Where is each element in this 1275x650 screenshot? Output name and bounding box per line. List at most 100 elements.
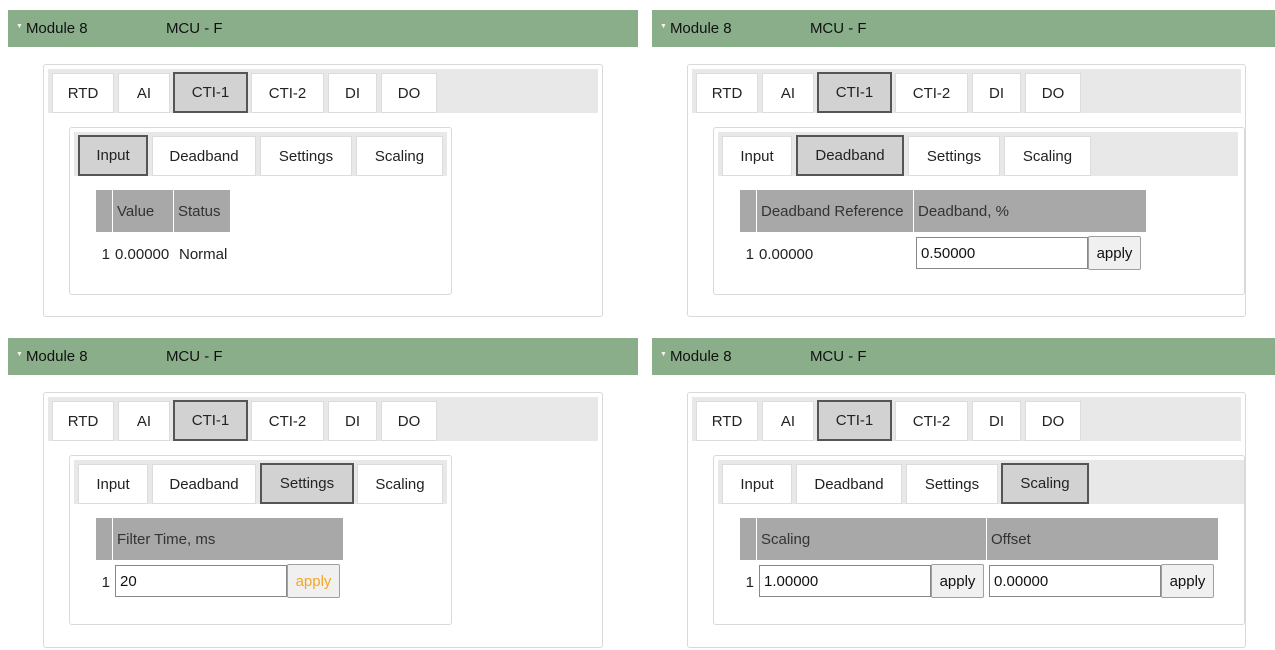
tab-settings[interactable]: Settings <box>260 136 352 176</box>
table-header-index <box>96 518 112 560</box>
filter-time-input[interactable] <box>115 565 287 597</box>
tab-scaling[interactable]: Scaling <box>357 464 443 504</box>
tab-di[interactable]: DI <box>328 401 377 441</box>
tab-deadband[interactable]: Deadband <box>152 464 256 504</box>
row-index: 1 <box>101 573 110 591</box>
table-header-status: Status <box>174 190 230 232</box>
module-header[interactable]: ▼ Module 8 MCU - F <box>652 10 1275 47</box>
module-header[interactable]: ▼ Module 8 MCU - F <box>652 338 1275 375</box>
table-header-index <box>740 190 756 232</box>
module-title: Module 8 <box>669 20 732 37</box>
module-panel-deadband: ▼ Module 8 MCU - F RTD AI CTI-1 CTI-2 DI… <box>652 10 1275 329</box>
mcu-label: MCU - F <box>809 348 867 365</box>
module-panel-input: ▼ Module 8 MCU - F RTD AI CTI-1 CTI-2 DI… <box>8 10 638 329</box>
sub-tabbar: Input Deadband Settings Scaling <box>74 132 447 176</box>
tab-cti-2[interactable]: CTI-2 <box>895 73 968 113</box>
deadband-apply-button[interactable]: apply <box>1088 236 1141 270</box>
sub-tabs-container: Input Deadband Settings Scaling Scaling … <box>713 455 1245 625</box>
tab-deadband[interactable]: Deadband <box>796 464 902 504</box>
input-value: 0.00000 <box>115 245 170 263</box>
row-index: 1 <box>745 573 754 591</box>
module-header[interactable]: ▼ Module 8 MCU - F <box>8 338 638 375</box>
module-header[interactable]: ▼ Module 8 MCU - F <box>8 10 638 47</box>
collapse-arrow-icon[interactable]: ▼ <box>660 23 667 30</box>
tab-cti-2[interactable]: CTI-2 <box>895 401 968 441</box>
sub-tabs-container: Input Deadband Settings Scaling Filter T… <box>69 455 452 625</box>
tab-rtd[interactable]: RTD <box>52 401 114 441</box>
tab-input[interactable]: Input <box>78 135 148 176</box>
row-index: 1 <box>745 245 754 263</box>
tab-di[interactable]: DI <box>972 401 1021 441</box>
tab-di[interactable]: DI <box>972 73 1021 113</box>
tab-input[interactable]: Input <box>78 464 148 504</box>
mcu-label: MCU - F <box>809 20 867 37</box>
module-title: Module 8 <box>25 20 88 37</box>
tab-cti-1[interactable]: CTI-1 <box>173 72 248 113</box>
module-panel-scaling: ▼ Module 8 MCU - F RTD AI CTI-1 CTI-2 DI… <box>652 338 1275 650</box>
collapse-arrow-icon[interactable]: ▼ <box>660 351 667 358</box>
table-header-index <box>740 518 756 560</box>
row-index: 1 <box>101 245 110 263</box>
offset-input[interactable] <box>989 565 1161 597</box>
tab-settings[interactable]: Settings <box>906 464 998 504</box>
deadband-input[interactable] <box>916 237 1088 269</box>
table-header-offset: Offset <box>987 518 1218 560</box>
tab-di[interactable]: DI <box>328 73 377 113</box>
offset-apply-button[interactable]: apply <box>1161 564 1214 598</box>
channel-tabs-container: RTD AI CTI-1 CTI-2 DI DO Input Deadband … <box>43 64 603 317</box>
tab-scaling[interactable]: Scaling <box>1004 136 1091 176</box>
input-status: Normal <box>179 245 228 263</box>
tab-rtd[interactable]: RTD <box>52 73 114 113</box>
tab-settings[interactable]: Settings <box>260 463 354 504</box>
collapse-arrow-icon[interactable]: ▼ <box>16 23 23 30</box>
sub-tabbar: Input Deadband Settings Scaling <box>718 460 1244 504</box>
tab-input[interactable]: Input <box>722 136 792 176</box>
tab-cti-2[interactable]: CTI-2 <box>251 73 324 113</box>
channel-tabbar: RTD AI CTI-1 CTI-2 DI DO <box>48 69 598 113</box>
table-header-deadband-reference: Deadband Reference <box>757 190 913 232</box>
tab-do[interactable]: DO <box>381 401 437 441</box>
tab-scaling[interactable]: Scaling <box>356 136 443 176</box>
channel-tabbar: RTD AI CTI-1 CTI-2 DI DO <box>692 397 1241 441</box>
table-header-value: Value <box>113 190 173 232</box>
tab-input[interactable]: Input <box>722 464 792 504</box>
filter-time-apply-button[interactable]: apply <box>287 564 340 598</box>
scaling-apply-button[interactable]: apply <box>931 564 984 598</box>
tab-deadband[interactable]: Deadband <box>796 135 904 176</box>
tab-rtd[interactable]: RTD <box>696 401 758 441</box>
sub-tabbar: Input Deadband Settings Scaling <box>74 460 447 504</box>
tab-rtd[interactable]: RTD <box>696 73 758 113</box>
tab-cti-1[interactable]: CTI-1 <box>173 400 248 441</box>
table-header-deadband-percent: Deadband, % <box>914 190 1146 232</box>
module-title: Module 8 <box>25 348 88 365</box>
mcu-label: MCU - F <box>165 20 223 37</box>
scaling-input[interactable] <box>759 565 931 597</box>
module-title: Module 8 <box>669 348 732 365</box>
table-header-index <box>96 190 112 232</box>
sub-tabs-container: Input Deadband Settings Scaling Deadband… <box>713 127 1245 295</box>
tab-scaling[interactable]: Scaling <box>1001 463 1089 504</box>
tab-cti-2[interactable]: CTI-2 <box>251 401 324 441</box>
table-header-scaling: Scaling <box>757 518 986 560</box>
sub-tabs-container: Input Deadband Settings Scaling Value St… <box>69 127 452 295</box>
tab-ai[interactable]: AI <box>118 73 170 113</box>
channel-tabs-container: RTD AI CTI-1 CTI-2 DI DO Input Deadband … <box>687 64 1246 317</box>
deadband-reference-value: 0.00000 <box>759 245 814 263</box>
tab-cti-1[interactable]: CTI-1 <box>817 400 892 441</box>
module-panel-settings: ▼ Module 8 MCU - F RTD AI CTI-1 CTI-2 DI… <box>8 338 638 650</box>
tab-ai[interactable]: AI <box>118 401 170 441</box>
sub-tabbar: Input Deadband Settings Scaling <box>718 132 1238 176</box>
tab-do[interactable]: DO <box>381 73 437 113</box>
tab-do[interactable]: DO <box>1025 73 1081 113</box>
channel-tabbar: RTD AI CTI-1 CTI-2 DI DO <box>692 69 1241 113</box>
tab-settings[interactable]: Settings <box>908 136 1000 176</box>
collapse-arrow-icon[interactable]: ▼ <box>16 351 23 358</box>
tab-ai[interactable]: AI <box>762 401 814 441</box>
tab-do[interactable]: DO <box>1025 401 1081 441</box>
tab-cti-1[interactable]: CTI-1 <box>817 72 892 113</box>
tab-ai[interactable]: AI <box>762 73 814 113</box>
channel-tabs-container: RTD AI CTI-1 CTI-2 DI DO Input Deadband … <box>687 392 1246 648</box>
channel-tabbar: RTD AI CTI-1 CTI-2 DI DO <box>48 397 598 441</box>
channel-tabs-container: RTD AI CTI-1 CTI-2 DI DO Input Deadband … <box>43 392 603 648</box>
tab-deadband[interactable]: Deadband <box>152 136 256 176</box>
